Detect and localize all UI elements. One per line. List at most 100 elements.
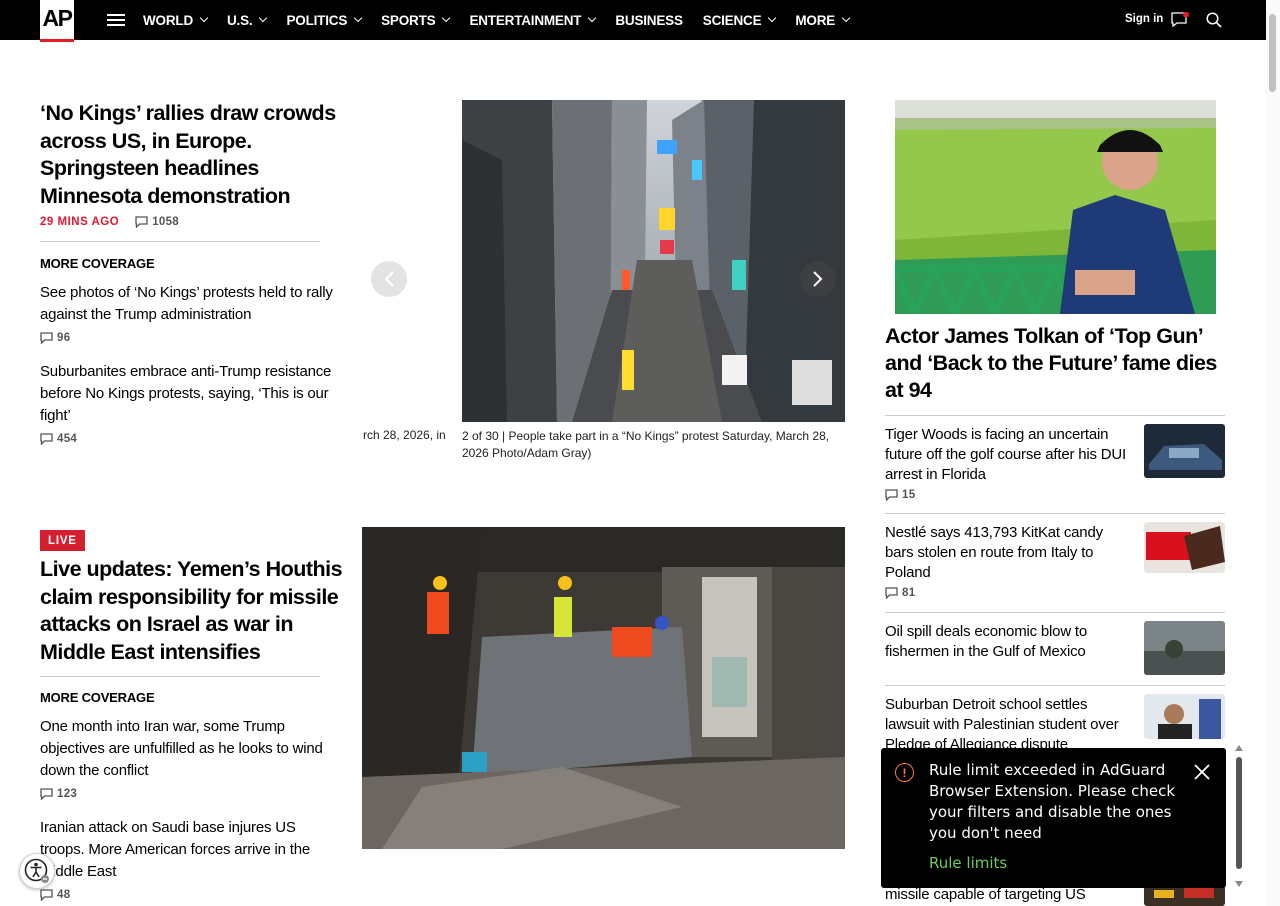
sign-in-link[interactable]: Sign in (1125, 13, 1163, 25)
carousel-next-button[interactable] (800, 261, 836, 297)
rubble-photo (362, 527, 845, 849)
comment-icon (40, 433, 53, 445)
scroll-up-arrow-icon[interactable] (1235, 745, 1243, 751)
related-story-link[interactable]: Iranian attack on Saudi base injures US … (40, 817, 330, 883)
chevron-down-icon (768, 13, 777, 23)
timestamp: 29 MINS AGO (40, 216, 120, 228)
divider (885, 415, 1225, 416)
comment-count[interactable]: 48 (40, 889, 70, 901)
side-story-link[interactable]: Nestlé says 413,793 KitKat candy bars st… (885, 523, 1130, 583)
warning-circle-icon: ! (895, 763, 914, 782)
comment-icon (40, 889, 53, 901)
nav-item-label: MORE (795, 12, 836, 28)
nav-item-label: ENTERTAINMENT (469, 12, 582, 28)
slide-caption: 2 of 30 | People take part in a “No King… (462, 429, 830, 460)
comment-icon (885, 489, 898, 501)
comment-count-value: 1058 (152, 216, 179, 228)
notification-scrollbar[interactable] (1233, 745, 1245, 887)
nav-item-politics[interactable]: POLITICS (286, 12, 363, 28)
right-headline[interactable]: Actor James Tolkan of ‘Top Gun’ and ‘Bac… (885, 323, 1220, 404)
rule-limits-link[interactable]: Rule limits (929, 854, 1007, 872)
carousel-previous-button[interactable] (371, 261, 407, 297)
more-coverage-label: MORE COVERAGE (40, 690, 155, 705)
chevron-down-icon (588, 13, 597, 23)
nav-item-label: SCIENCE (702, 12, 762, 28)
comment-count[interactable]: 15 (885, 489, 915, 501)
nav-item-sports[interactable]: SPORTS (381, 13, 451, 28)
comment-count[interactable]: 1058 (135, 216, 179, 228)
more-coverage-label: MORE COVERAGE (40, 256, 155, 271)
crowd-photo (462, 100, 845, 422)
nav-item-us[interactable]: U.S. (227, 12, 268, 28)
comment-count-value: 454 (57, 433, 78, 445)
divider (40, 676, 320, 677)
chevron-left-icon (384, 271, 394, 287)
comment-icon (40, 332, 53, 344)
accessibility-button[interactable] (19, 853, 55, 889)
chevron-right-icon (813, 271, 823, 287)
actor-photo[interactable] (895, 100, 1216, 314)
nav-item-label: WORLD (143, 12, 193, 28)
student-thumbnail (1144, 694, 1225, 739)
nav-item-entertainment[interactable]: ENTERTAINMENT (469, 12, 597, 28)
comment-count-value: 81 (902, 587, 916, 599)
comment-count[interactable]: 96 (40, 332, 70, 344)
nav-item-more[interactable]: MORE (795, 12, 851, 28)
notification-message: Rule limit exceeded in AdGuard Browser E… (929, 761, 1176, 842)
side-story-link[interactable]: missile capable of targeting US (885, 885, 1130, 906)
menu-icon[interactable] (107, 14, 125, 26)
nav-items: WORLD U.S. POLITICS SPORTS ENTERTAINMENT BUSI… (143, 0, 869, 40)
nav-item-label: U.S. (227, 12, 253, 28)
nav-item-label: BUSINESS (615, 12, 683, 28)
fisherman-thumbnail (1144, 621, 1225, 675)
story-thumbnail[interactable] (1144, 694, 1225, 739)
missile-thumbnail (1144, 886, 1225, 906)
logo-text: AP (42, 5, 73, 31)
search-icon[interactable] (1206, 12, 1222, 28)
related-story-link[interactable]: One month into Iran war, some Trump obje… (40, 716, 345, 782)
comment-icon (40, 788, 53, 800)
comment-count[interactable]: 123 (40, 788, 77, 800)
lead-headline[interactable]: ‘No Kings’ rallies draw crowds across US… (40, 100, 340, 210)
side-story-link[interactable]: Tiger Woods is facing an uncertain futur… (885, 425, 1130, 485)
adguard-notification: ! Rule limit exceeded in AdGuard Browser… (881, 748, 1226, 888)
side-story-link[interactable]: Suburban Detroit school settles lawsuit … (885, 695, 1130, 750)
scroll-down-arrow-icon[interactable] (1235, 881, 1243, 887)
nav-item-label: POLITICS (286, 12, 348, 28)
comment-count-value: 48 (57, 889, 71, 901)
notification-scroll-thumb[interactable] (1236, 757, 1242, 869)
related-story-link[interactable]: See photos of ‘No Kings’ protests held t… (40, 282, 345, 326)
scrollbar-thumb[interactable] (1269, 14, 1276, 92)
story-thumbnail[interactable] (1144, 621, 1225, 675)
page-scrollbar[interactable] (1266, 0, 1280, 906)
comment-count-value: 123 (57, 788, 78, 800)
notifications-chat-icon[interactable] (1171, 12, 1189, 27)
nav-item-science[interactable]: SCIENCE (702, 12, 777, 28)
divider (885, 685, 1225, 686)
comment-count[interactable]: 81 (885, 587, 915, 599)
divider (40, 241, 320, 242)
chevron-down-icon (199, 13, 209, 23)
chevron-down-icon (259, 13, 268, 23)
story-thumbnail[interactable] (1144, 424, 1225, 478)
comment-icon (885, 587, 898, 599)
nav-item-world[interactable]: WORLD (143, 12, 209, 28)
rescue-workers-photo[interactable] (362, 527, 845, 849)
live-headline[interactable]: Live updates: Yemen’s Houthis claim resp… (40, 556, 345, 666)
previous-slide-caption: rch 28, 2026, in (363, 428, 446, 442)
ap-logo[interactable]: AP (40, 0, 74, 42)
story-thumbnail[interactable] (1144, 522, 1225, 573)
carousel-photo-times-square[interactable] (462, 100, 845, 422)
lead-meta: 29 MINS AGO 1058 (40, 216, 179, 228)
side-story-link[interactable]: Oil spill deals economic blow to fisherm… (885, 622, 1130, 662)
chevron-down-icon (353, 13, 363, 23)
close-icon[interactable] (1192, 762, 1212, 782)
top-navigation: AP WORLD U.S. POLITICS SPORTS ENTERTAINMENT B… (0, 0, 1266, 42)
nav-item-business[interactable]: BUSINESS (615, 12, 683, 28)
story-thumbnail[interactable] (1144, 886, 1225, 906)
comment-icon (135, 216, 148, 228)
chevron-down-icon (442, 13, 451, 23)
accessibility-icon (24, 858, 49, 883)
related-story-link[interactable]: Suburbanites embrace anti-Trump resistan… (40, 361, 345, 427)
comment-count[interactable]: 454 (40, 433, 77, 445)
